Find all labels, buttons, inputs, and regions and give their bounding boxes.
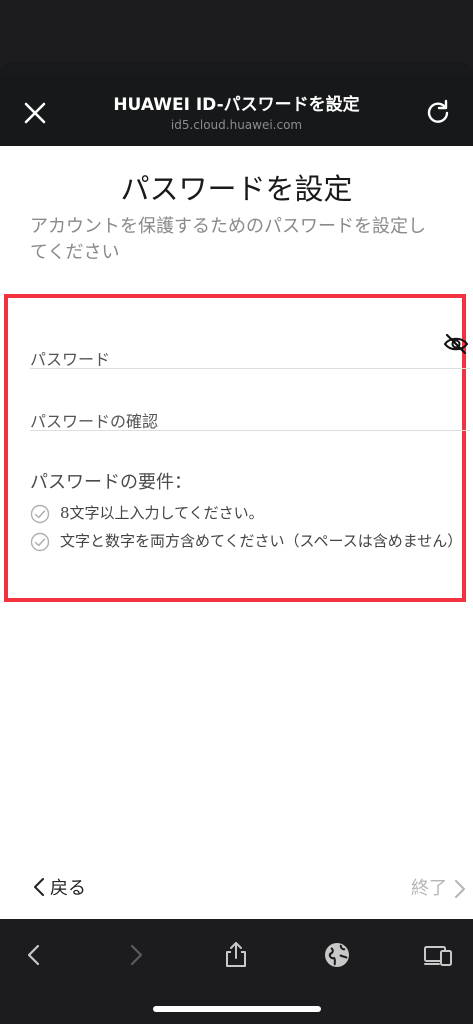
header-url: id5.cloud.huawei.com	[170, 118, 303, 132]
confirm-password-placeholder: パスワードの確認	[30, 412, 159, 431]
finish-button[interactable]: 終了	[411, 874, 467, 900]
web-content: パスワードを設定 アカウントを保護するためのパスワードを設定し てください パス…	[0, 146, 473, 919]
page-description: アカウントを保護するためのパスワードを設定し てください	[30, 216, 426, 263]
confirm-password-field[interactable]: パスワードの確認	[30, 368, 470, 431]
check-circle-icon	[30, 532, 50, 552]
finish-label: 終了	[411, 878, 447, 899]
chevron-right-icon	[455, 880, 465, 898]
header-title: HUAWEI ID-パスワードを設定	[113, 95, 360, 115]
devices-icon[interactable]	[422, 939, 454, 971]
back-button[interactable]: 戻る	[32, 874, 86, 900]
password-field[interactable]: パスワード	[30, 306, 470, 369]
check-circle-icon	[30, 504, 50, 524]
password-placeholder: パスワード	[30, 350, 111, 369]
home-indicator	[153, 1006, 321, 1012]
back-label: 戻る	[50, 878, 86, 899]
chevron-left-icon	[34, 878, 44, 896]
requirement-text: 8文字以上入力してください。	[60, 504, 264, 522]
close-icon[interactable]	[20, 98, 50, 128]
share-icon[interactable]	[220, 939, 252, 971]
nav-forward-icon[interactable]	[120, 939, 152, 971]
requirements-title: パスワードの要件：	[30, 472, 192, 493]
eye-hidden-icon[interactable]	[443, 334, 469, 354]
requirement-text: 文字と数字を両方含めてください（スペースは含めません）	[60, 532, 463, 550]
browser-header: HUAWEI ID-パスワードを設定 id5.cloud.huawei.com	[0, 76, 473, 146]
reload-icon[interactable]	[424, 98, 452, 126]
globe-icon[interactable]	[321, 939, 353, 971]
status-bar	[0, 0, 473, 62]
nav-back-icon[interactable]	[18, 939, 50, 971]
page-title: パスワードを設定	[120, 172, 353, 206]
